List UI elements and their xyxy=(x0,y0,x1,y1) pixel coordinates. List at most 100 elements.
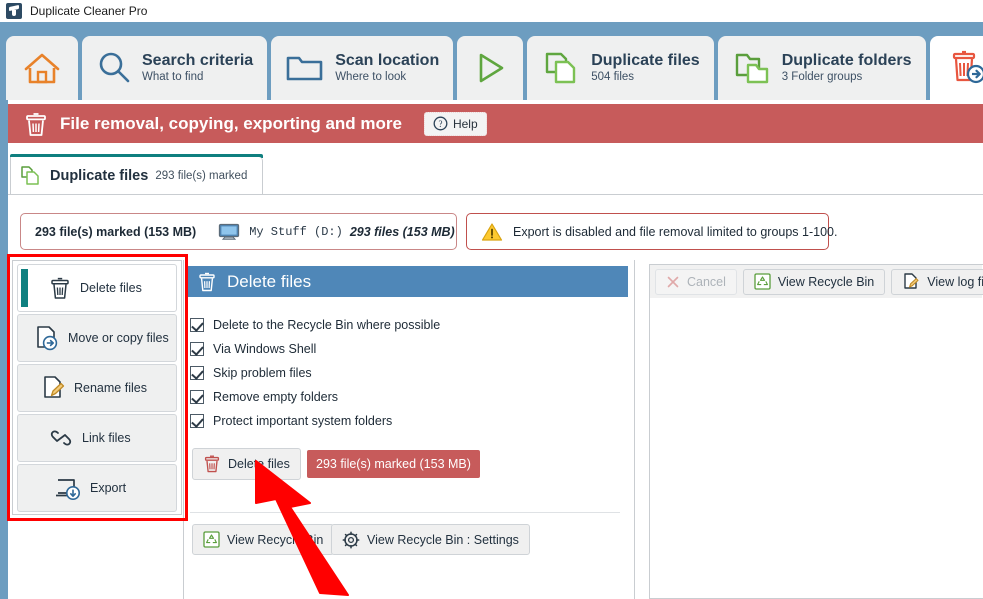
file-pencil-icon xyxy=(40,374,66,402)
banner-title: File removal, copying, exporting and mor… xyxy=(60,113,402,133)
action-move-or-copy-files[interactable]: Move or copy files xyxy=(17,314,177,362)
action-label: Rename files xyxy=(74,381,147,395)
ribbon-tab-scan-go[interactable] xyxy=(457,36,524,100)
delete-options: Delete to the Recycle Bin where possible… xyxy=(190,313,620,433)
view-recycle-bin-label: View Recycle Bin xyxy=(777,274,875,289)
title-bar: Duplicate Cleaner Pro xyxy=(0,0,983,22)
help-label: Help xyxy=(452,116,478,131)
right-panel-toolbar: Cancel View Recycle Bin View log file xyxy=(650,265,983,298)
ribbon-tab-file-removal[interactable] xyxy=(929,36,983,100)
ribbon-tab-duplicate-files[interactable]: Duplicate files 504 files xyxy=(527,36,714,100)
file-arrow-icon xyxy=(34,324,60,352)
duplicate-folders-icon xyxy=(732,50,772,86)
ribbon-tab-title: Duplicate folders xyxy=(781,52,912,70)
close-x-icon xyxy=(666,275,680,289)
warning-triangle-icon xyxy=(481,222,503,242)
help-button[interactable]: ? Help xyxy=(423,111,487,136)
checkbox[interactable] xyxy=(190,414,204,428)
action-label: Link files xyxy=(82,431,131,445)
magnifier-icon xyxy=(96,50,132,86)
view-recycle-bin-button[interactable]: View Recycle Bin xyxy=(192,524,335,555)
option-protect-important-system-folders[interactable]: Protect important system folders xyxy=(190,409,620,433)
trash-icon xyxy=(197,271,217,293)
subtab-subtitle: 293 file(s) marked xyxy=(155,169,248,182)
view-log-file-button[interactable]: View log file xyxy=(891,268,983,295)
action-export[interactable]: Export xyxy=(17,464,177,512)
link-icon xyxy=(48,426,74,450)
cancel-label: Cancel xyxy=(687,274,726,289)
file-pencil-icon xyxy=(902,272,920,291)
marked-files-label: 293 file(s) marked (153 MB) xyxy=(316,457,471,471)
warning-banner: Export is disabled and file removal limi… xyxy=(466,213,837,250)
delete-files-button[interactable]: Delete files xyxy=(192,448,301,480)
action-delete-files[interactable]: Delete files xyxy=(17,264,177,312)
checkbox[interactable] xyxy=(190,318,204,332)
view-recycle-bin-label: View Recycle Bin xyxy=(227,532,324,547)
option-label: Protect important system folders xyxy=(213,414,393,428)
trash-arrow-icon xyxy=(946,49,983,87)
ribbon-tab-title: Scan location xyxy=(335,52,440,70)
window-title: Duplicate Cleaner Pro xyxy=(30,4,148,18)
cancel-button[interactable]: Cancel xyxy=(655,268,737,295)
view-log-file-label: View log file xyxy=(927,274,983,289)
panel-header: Delete files xyxy=(188,266,628,297)
subtab-duplicate-files[interactable]: Duplicate files 293 file(s) marked xyxy=(10,157,263,195)
ribbon-tab-home[interactable] xyxy=(6,36,78,100)
option-via-windows-shell[interactable]: Via Windows Shell xyxy=(190,337,620,361)
ribbon-tab-scan-location[interactable]: Scan location Where to look xyxy=(271,36,454,100)
ribbon-tab-title: Search criteria xyxy=(142,52,254,70)
marked-summary: 293 file(s) marked (153 MB) My Stuff (D:… xyxy=(20,213,457,250)
ribbon-tab-duplicate-folders[interactable]: Duplicate folders 3 Folder groups xyxy=(717,36,926,100)
marked-count-label: 293 file(s) marked (153 MB) xyxy=(35,224,197,239)
subtab-title: Duplicate files xyxy=(50,167,149,184)
ribbon-tab-subtitle: What to find xyxy=(142,71,204,84)
marked-files-badge: 293 file(s) marked (153 MB) xyxy=(307,450,480,478)
option-label: Via Windows Shell xyxy=(213,342,317,356)
option-label: Skip problem files xyxy=(213,366,312,380)
view-recycle-bin-settings-label: View Recycle Bin : Settings xyxy=(367,532,519,547)
ribbon-tab-title: Duplicate files xyxy=(591,52,700,70)
ribbon-tab-subtitle: Where to look xyxy=(335,71,407,84)
action-rename-files[interactable]: Rename files xyxy=(17,364,177,412)
action-list: Delete files Move or copy files Rename f… xyxy=(12,260,182,515)
monitor-icon xyxy=(218,223,240,241)
broom-icon xyxy=(6,3,22,19)
ribbon-tab-subtitle: 504 files xyxy=(591,71,635,84)
recycle-icon xyxy=(754,273,771,290)
option-skip-problem-files[interactable]: Skip problem files xyxy=(190,361,620,385)
action-link-files[interactable]: Link files xyxy=(17,414,177,462)
app-window: Duplicate Cleaner Pro Search criteria Wh… xyxy=(0,0,983,599)
trash-icon xyxy=(24,111,48,137)
recycle-icon xyxy=(203,531,220,548)
panel-divider xyxy=(190,512,620,513)
delete-files-label: Delete files xyxy=(228,457,290,471)
view-recycle-bin-settings-button[interactable]: View Recycle Bin : Settings xyxy=(331,524,530,555)
drive-files-label: 293 files (153 MB) xyxy=(349,224,455,239)
ribbon-tab-search-criteria[interactable]: Search criteria What to find xyxy=(82,36,268,100)
subtab-underline xyxy=(8,194,983,195)
folder-icon xyxy=(285,52,325,84)
drive-label: My Stuff (D:) xyxy=(249,224,343,239)
duplicate-files-icon xyxy=(20,165,42,187)
checkbox[interactable] xyxy=(190,342,204,356)
section-banner: File removal, copying, exporting and mor… xyxy=(8,104,983,143)
option-delete-to-recycle-bin[interactable]: Delete to the Recycle Bin where possible xyxy=(190,313,620,337)
option-remove-empty-folders[interactable]: Remove empty folders xyxy=(190,385,620,409)
action-label: Export xyxy=(90,481,127,495)
warning-text: Export is disabled and file removal limi… xyxy=(513,224,838,239)
option-label: Delete to the Recycle Bin where possible xyxy=(213,318,441,332)
panel-title: Delete files xyxy=(227,271,312,291)
checkbox[interactable] xyxy=(190,366,204,380)
trash-icon xyxy=(48,275,72,301)
duplicate-files-icon xyxy=(541,50,581,86)
ribbon-tabs: Search criteria What to find Scan locati… xyxy=(6,30,983,100)
play-icon xyxy=(473,50,507,86)
action-label: Delete files xyxy=(80,281,142,295)
question-circle-icon: ? xyxy=(433,116,448,131)
checkbox[interactable] xyxy=(190,390,204,404)
action-label: Move or copy files xyxy=(68,331,169,345)
left-accent-strip xyxy=(0,100,8,599)
view-recycle-bin-button[interactable]: View Recycle Bin xyxy=(742,268,886,295)
trash-icon xyxy=(203,454,221,474)
export-icon xyxy=(54,475,82,501)
